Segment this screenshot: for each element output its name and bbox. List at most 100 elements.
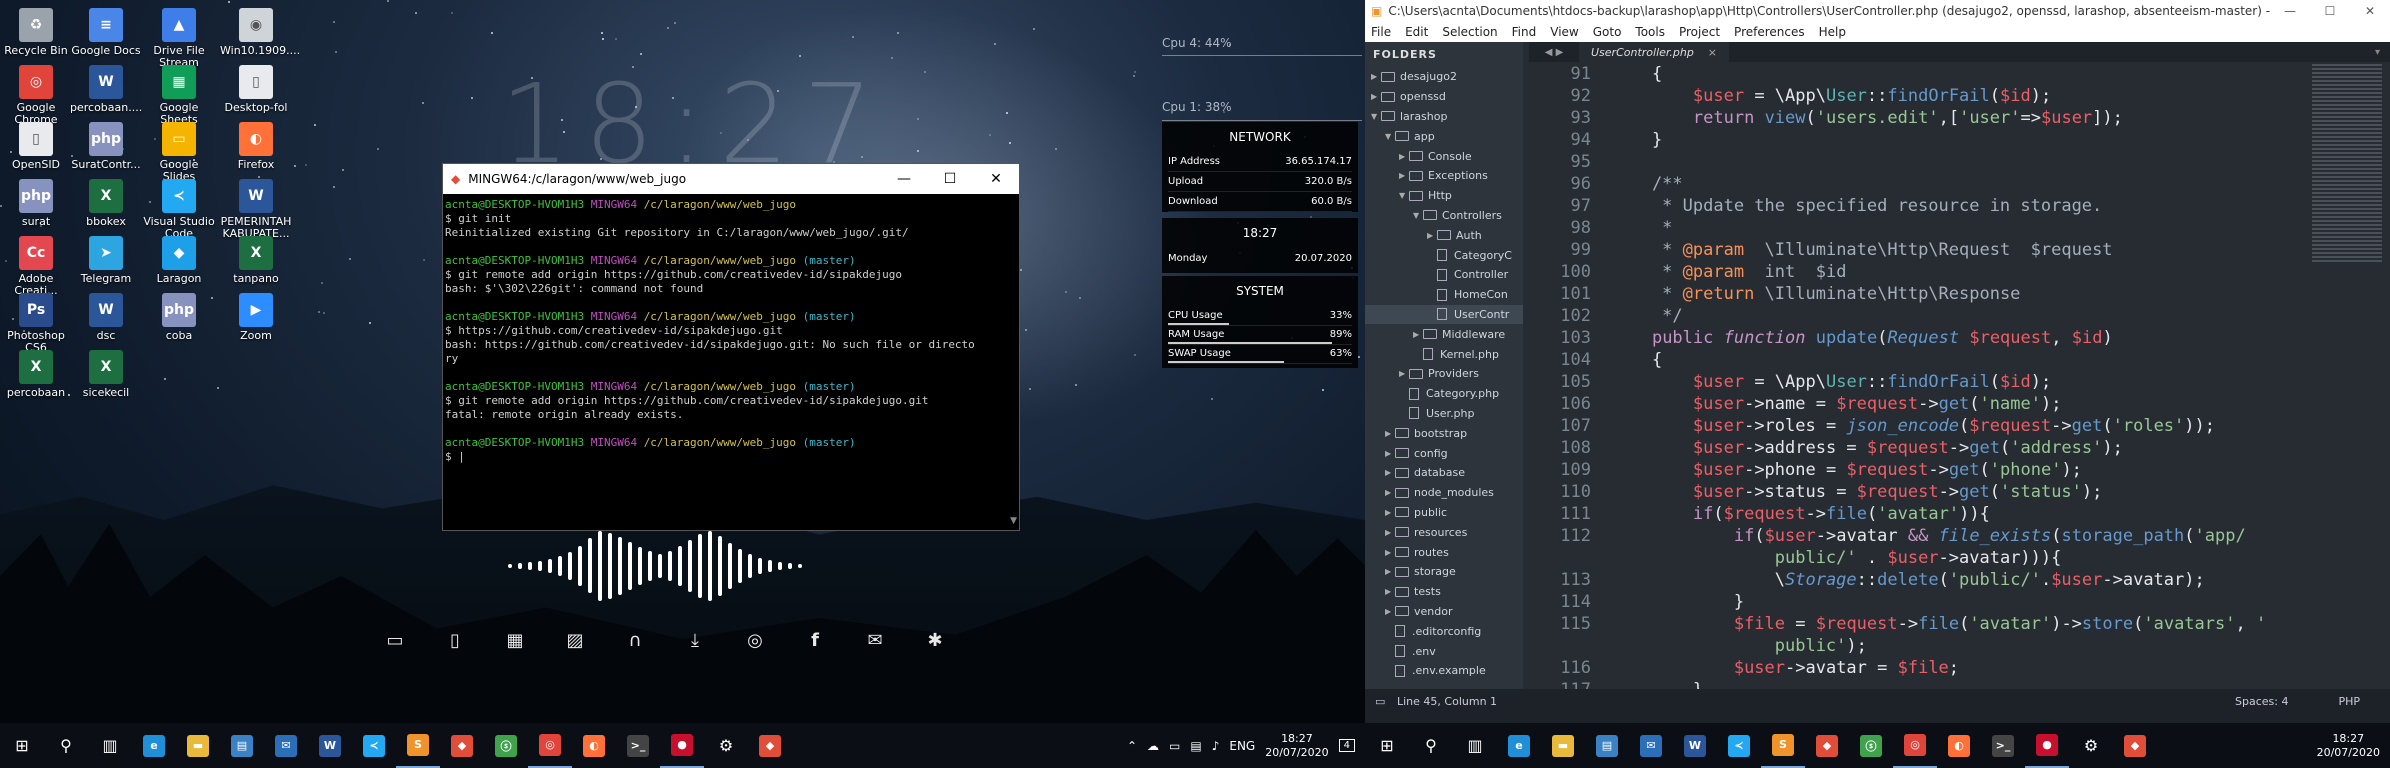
tree-item-tests[interactable]: ▶ tests xyxy=(1365,582,1523,602)
chevron-right-icon[interactable]: ▶ xyxy=(1371,72,1381,81)
volume-icon[interactable]: ♪ xyxy=(1212,739,1220,753)
menu-project[interactable]: Project xyxy=(1679,25,1720,39)
facebook-icon[interactable]: f xyxy=(800,630,830,651)
tree-item-controllers[interactable]: ▼ Controllers xyxy=(1365,206,1523,226)
tree-item-console[interactable]: ▶ Console xyxy=(1365,146,1523,166)
minimap[interactable] xyxy=(2312,64,2382,264)
chevron-down-icon[interactable]: ▼ xyxy=(1385,132,1395,141)
terminal-output[interactable]: acnta@DESKTOP-HVOM1H3 MINGW64 /c/laragon… xyxy=(443,194,1019,464)
menu-file[interactable]: File xyxy=(1371,25,1391,39)
tree-item-usercontr[interactable]: UserContr xyxy=(1365,304,1523,325)
tree-item-public[interactable]: ▶ public xyxy=(1365,503,1523,523)
tree-item-auth[interactable]: ▶ Auth xyxy=(1365,225,1523,245)
tree-item--editorconfig[interactable]: .editorconfig xyxy=(1365,621,1523,641)
tab-close-icon[interactable]: × xyxy=(1708,46,1717,59)
tree-item--env[interactable]: .env xyxy=(1365,641,1523,661)
tree-item-vendor[interactable]: ▶ vendor xyxy=(1365,602,1523,622)
tree-item-http[interactable]: ▼ Http xyxy=(1365,186,1523,206)
firefox-icon[interactable]: ◐ xyxy=(572,724,616,768)
mail-icon[interactable]: ✉ xyxy=(1629,724,1673,768)
terminal-titlebar[interactable]: ◆ MINGW64:/c/laragon/www/web_jugo — ☐ ✕ xyxy=(443,164,1019,194)
settings-icon[interactable]: ⚙ xyxy=(704,724,748,768)
menu-help[interactable]: Help xyxy=(1819,25,1846,39)
badge-app-icon[interactable]: ● xyxy=(2025,724,2069,768)
code-lines[interactable]: 91 {92 $user = \App\User::findOrFail($id… xyxy=(1529,64,2300,689)
maximize-button[interactable]: ☐ xyxy=(927,171,973,187)
git-icon[interactable]: ◆ xyxy=(1805,724,1849,768)
download-icon[interactable]: ⤓ xyxy=(680,630,710,651)
document-icon[interactable]: ▯ xyxy=(440,630,470,651)
chevron-right-icon[interactable]: ▶ xyxy=(1427,231,1437,240)
tree-item-bootstrap[interactable]: ▶ bootstrap xyxy=(1365,423,1523,443)
mail-icon[interactable]: ✉ xyxy=(264,724,308,768)
tree-item-providers[interactable]: ▶ Providers xyxy=(1365,364,1523,384)
task-view-icon[interactable]: ▥ xyxy=(1453,724,1497,768)
minimize-button[interactable]: — xyxy=(881,171,927,187)
firefox-icon[interactable]: ◐ xyxy=(1937,724,1981,768)
sublime-icon[interactable]: S xyxy=(396,724,440,768)
word-icon[interactable]: W xyxy=(308,724,352,768)
chevron-down-icon[interactable]: ▼ xyxy=(1399,191,1409,200)
vscode-icon[interactable]: ≺ xyxy=(1717,724,1761,768)
tree-item--env-example[interactable]: .env.example xyxy=(1365,661,1523,681)
tree-item-controller[interactable]: Controller xyxy=(1365,265,1523,285)
windows-start-icon[interactable]: ⊞ xyxy=(1365,724,1409,768)
chevron-right-icon[interactable]: ▶ xyxy=(1371,92,1381,101)
search-icon[interactable]: ⚲ xyxy=(44,724,88,768)
chevron-right-icon[interactable]: ▶ xyxy=(1385,567,1395,576)
chevron-right-icon[interactable]: ▶ xyxy=(1385,508,1395,517)
chevron-right-icon[interactable]: ▶ xyxy=(1385,607,1395,616)
tree-item-category-php[interactable]: Category.php xyxy=(1365,384,1523,404)
file-explorer-icon[interactable]: ▬ xyxy=(1541,724,1585,768)
tree-item-categoryc[interactable]: CategoryC xyxy=(1365,245,1523,265)
chevron-right-icon[interactable]: ▶ xyxy=(1399,369,1409,378)
chrome-icon[interactable]: ◎ xyxy=(740,630,770,651)
headphones-icon[interactable]: ∩ xyxy=(620,630,650,651)
windows-start-icon[interactable]: ⊞ xyxy=(0,724,44,768)
vscode-icon[interactable]: ≺ xyxy=(352,724,396,768)
desktop-icon[interactable]: Xsicekecil xyxy=(70,344,142,424)
chevron-right-icon[interactable]: ▶ xyxy=(1385,528,1395,537)
menu-tools[interactable]: Tools xyxy=(1635,25,1665,39)
chevron-right-icon[interactable]: ▶ xyxy=(1385,488,1395,497)
close-button[interactable]: ✕ xyxy=(973,171,1019,187)
tab-nav-arrows-icon[interactable]: ◀ ▶ xyxy=(1529,47,1579,58)
network-icon[interactable]: ▤ xyxy=(1190,739,1201,753)
menu-find[interactable]: Find xyxy=(1512,25,1537,39)
scroll-down-arrow-icon[interactable]: ▼ xyxy=(1010,516,1017,526)
settings-icon[interactable]: ⚙ xyxy=(2069,724,2113,768)
status-panel-icon[interactable]: ▭ xyxy=(1365,695,1391,708)
search-icon[interactable]: ⚲ xyxy=(1409,724,1453,768)
desktop-icon[interactable]: php coba xyxy=(143,287,215,367)
chevron-down-icon[interactable]: ▼ xyxy=(1371,112,1381,121)
terminal-icon[interactable]: >_ xyxy=(616,724,660,768)
sublime-titlebar[interactable]: ▣ C:\Users\acnta\Documents\htdocs-backup… xyxy=(1365,0,2390,22)
menu-selection[interactable]: Selection xyxy=(1442,25,1497,39)
menu-goto[interactable]: Goto xyxy=(1593,25,1622,39)
store-icon[interactable]: ▤ xyxy=(220,724,264,768)
tree-item-kernel-php[interactable]: Kernel.php xyxy=(1365,344,1523,364)
chevron-right-icon[interactable]: ▶ xyxy=(1385,587,1395,596)
image-icon[interactable]: ▨ xyxy=(560,630,590,651)
language-indicator[interactable]: ENG xyxy=(1229,739,1255,753)
desktop-icon[interactable]: ▶ Zoom xyxy=(220,287,292,367)
tree-item-node-modules[interactable]: ▶ node_modules xyxy=(1365,483,1523,503)
chevron-right-icon[interactable]: ▶ xyxy=(1385,449,1395,458)
task-view-icon[interactable]: ▥ xyxy=(88,724,132,768)
sourcetree-icon[interactable]: ⓢ xyxy=(1849,724,1893,768)
terminal-icon[interactable]: >_ xyxy=(1981,724,2025,768)
git-bash-icon[interactable]: ◆ xyxy=(748,724,792,768)
menu-edit[interactable]: Edit xyxy=(1405,25,1428,39)
menu-preferences[interactable]: Preferences xyxy=(1734,25,1805,39)
git-bash-terminal-window[interactable]: ◆ MINGW64:/c/laragon/www/web_jugo — ☐ ✕ … xyxy=(442,163,1020,531)
maximize-button[interactable]: ☐ xyxy=(2310,4,2350,18)
tree-item-resources[interactable]: ▶ resources xyxy=(1365,522,1523,542)
git-icon[interactable]: ◆ xyxy=(440,724,484,768)
tree-item-exceptions[interactable]: ▶ Exceptions xyxy=(1365,166,1523,186)
folder-sync-icon[interactable]: ▭ xyxy=(1169,739,1180,753)
tree-item-middleware[interactable]: ▶ Middleware xyxy=(1365,324,1523,344)
tree-item-desajugo2[interactable]: ▶ desajugo2 xyxy=(1365,67,1523,87)
monitor-icon[interactable]: ▭ xyxy=(380,630,410,651)
badge-app-icon[interactable]: ● xyxy=(660,724,704,768)
chevron-right-icon[interactable]: ▶ xyxy=(1385,468,1395,477)
